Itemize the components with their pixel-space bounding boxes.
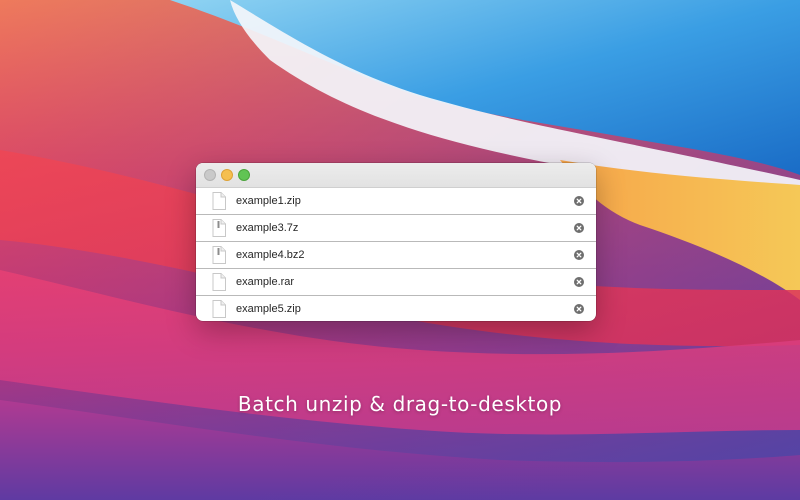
file-row[interactable]: example4.bz2 — [196, 242, 596, 269]
archive-icon — [212, 246, 226, 264]
maximize-window-button[interactable] — [238, 169, 250, 181]
file-name: example.rar — [236, 276, 295, 288]
remove-file-button[interactable] — [574, 304, 584, 314]
file-row[interactable]: example1.zip — [196, 188, 596, 215]
archive-icon — [212, 219, 226, 237]
minimize-window-button[interactable] — [221, 169, 233, 181]
remove-file-button[interactable] — [574, 196, 584, 206]
close-icon — [576, 252, 582, 258]
window-titlebar[interactable] — [196, 163, 596, 188]
close-icon — [576, 225, 582, 231]
file-name: example3.7z — [236, 222, 299, 234]
document-icon — [212, 273, 226, 291]
file-row[interactable]: example3.7z — [196, 215, 596, 242]
close-icon — [576, 306, 582, 312]
file-list: example1.zip example3.7z example4.bz2 ex… — [196, 188, 596, 321]
document-icon — [212, 192, 226, 210]
remove-file-button[interactable] — [574, 223, 584, 233]
file-name: example5.zip — [236, 303, 301, 315]
document-icon — [212, 300, 226, 318]
close-window-button[interactable] — [204, 169, 216, 181]
close-icon — [576, 279, 582, 285]
promo-caption: Batch unzip & drag-to-desktop — [237, 392, 563, 416]
file-row[interactable]: example5.zip — [196, 296, 596, 321]
close-icon — [576, 198, 582, 204]
remove-file-button[interactable] — [574, 277, 584, 287]
app-window: example1.zip example3.7z example4.bz2 ex… — [196, 163, 596, 321]
file-name: example4.bz2 — [236, 249, 305, 261]
file-row[interactable]: example.rar — [196, 269, 596, 296]
file-name: example1.zip — [236, 195, 301, 207]
remove-file-button[interactable] — [574, 250, 584, 260]
